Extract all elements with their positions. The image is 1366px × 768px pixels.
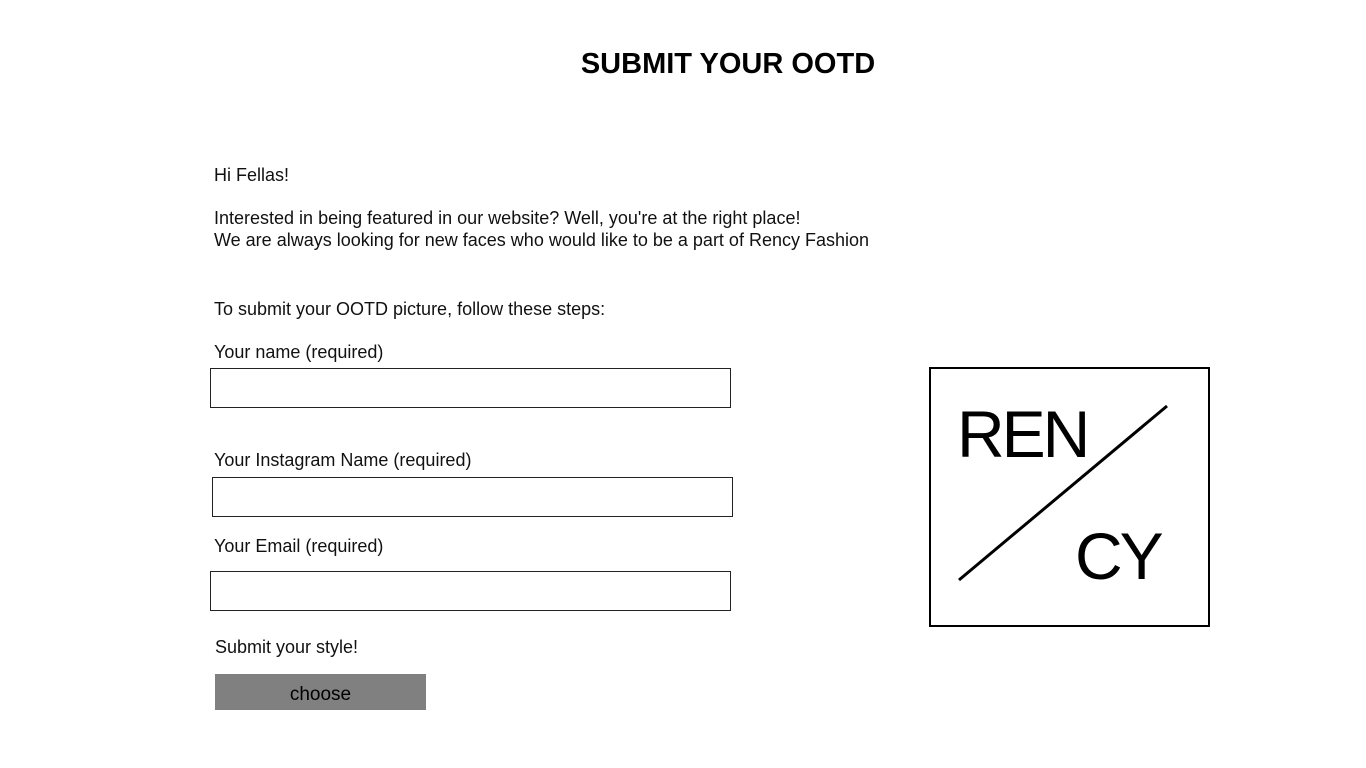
name-input[interactable] bbox=[210, 368, 731, 408]
instagram-input[interactable] bbox=[212, 477, 733, 517]
page: SUBMIT YOUR OOTD Hi Fellas! Interested i… bbox=[0, 0, 1366, 768]
intro-line-2: We are always looking for new faces who … bbox=[214, 230, 870, 250]
intro-line-1: Interested in being featured in our webs… bbox=[214, 208, 801, 228]
logo-bottom-text: CY bbox=[1075, 519, 1163, 593]
instagram-label: Your Instagram Name (required) bbox=[214, 450, 472, 470]
upload-label: Submit your style! bbox=[215, 637, 359, 657]
email-label: Your Email (required) bbox=[214, 536, 384, 556]
rency-logo-graphic: REN CY bbox=[957, 397, 1168, 593]
email-input[interactable] bbox=[210, 571, 731, 611]
page-title: SUBMIT YOUR OOTD bbox=[580, 48, 876, 80]
instructions-text: To submit your OOTD picture, follow thes… bbox=[214, 299, 606, 319]
name-label: Your name (required) bbox=[214, 342, 384, 362]
logo-top-text: REN bbox=[957, 397, 1087, 471]
choose-file-button[interactable]: choose bbox=[215, 674, 426, 710]
rency-logo: REN CY bbox=[929, 367, 1210, 627]
greeting-text: Hi Fellas! bbox=[214, 165, 290, 185]
